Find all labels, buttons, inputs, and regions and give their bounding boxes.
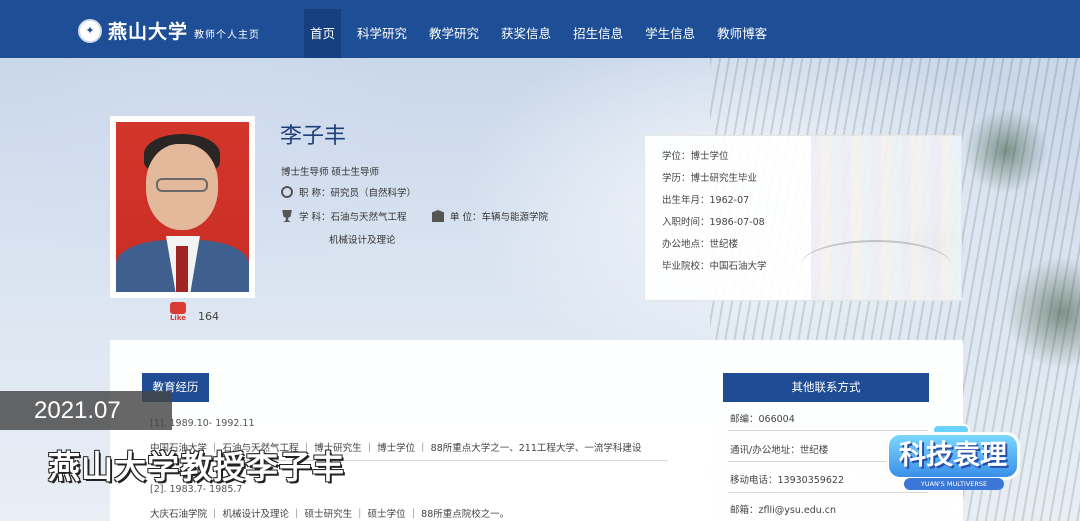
- person-icon: [281, 186, 293, 198]
- like-widget: Like 164: [168, 302, 219, 326]
- contact-heading: 其他联系方式: [723, 373, 929, 402]
- contact-address: 通讯/办公地址：世纪楼: [730, 445, 829, 456]
- info-office: 办公地点：世纪楼: [662, 239, 739, 250]
- like-button[interactable]: Like: [168, 302, 188, 326]
- top-navigation-bar: ✦ 燕山大学 教师个人主页 首页 科学研究 教学研究 获奖信息 招生信息 学生信…: [0, 0, 1080, 58]
- logo-subtitle: 教师个人主页: [194, 30, 261, 41]
- info-alma-mater: 毕业院校：中国石油大学: [662, 261, 767, 272]
- university-logo[interactable]: ✦ 燕山大学 教师个人主页: [78, 17, 260, 44]
- discipline-field-2: 机械设计及理论: [329, 232, 396, 246]
- teacher-name: 李子丰: [280, 124, 347, 149]
- basic-info-list: 学位：博士学位 学历：博士研究生毕业 出生年月：1962-07 入职时间：198…: [662, 146, 767, 278]
- info-education: 学历：博士研究生毕业: [662, 173, 758, 184]
- contact-email[interactable]: 邮箱：zflli@ysu.edu.cn: [730, 502, 836, 516]
- nav-teaching[interactable]: 教学研究: [423, 9, 485, 58]
- discipline-field: 学 科： 石油与天然气工程: [281, 209, 407, 223]
- like-count: 164: [198, 310, 219, 323]
- university-emblem-icon: ✦: [78, 18, 102, 43]
- caption-title: 燕山大学教授李子丰: [48, 448, 346, 486]
- channel-logo-subtitle: YUAN'S MULTIVERSE: [904, 478, 1004, 490]
- discipline-value-2: 机械设计及理论: [329, 235, 396, 246]
- nav-awards[interactable]: 获奖信息: [495, 9, 557, 58]
- unit-value: 车辆与能源学院: [481, 212, 549, 223]
- trophy-icon: [282, 210, 292, 222]
- like-label: Like: [169, 314, 187, 322]
- title-label: 职 称：: [299, 188, 331, 199]
- profile-photo: [116, 122, 249, 292]
- thumbs-up-icon: [170, 302, 186, 314]
- title-field: 职 称： 研究员（自然科学）: [281, 185, 416, 199]
- nav-research[interactable]: 科学研究: [351, 9, 413, 58]
- discipline-label: 学 科：: [299, 212, 331, 223]
- title-value: 研究员（自然科学）: [330, 188, 417, 199]
- unit-field: 单 位： 车辆与能源学院: [432, 209, 548, 223]
- nav-students[interactable]: 学生信息: [639, 9, 701, 58]
- supervisor-roles: 博士生导师 硕士生导师: [281, 167, 380, 178]
- contact-mobile: 移动电话：13930359622: [730, 475, 844, 486]
- basic-info-card: 学位：博士学位 学历：博士研究生毕业 出生年月：1962-07 入职时间：198…: [644, 135, 962, 301]
- building-icon: [432, 210, 444, 222]
- education-detail-2: 大庆石油学院 ｜ 机械设计及理论 ｜ 硕士研究生 ｜ 硕士学位 ｜ 88所重点院…: [150, 509, 510, 520]
- caption-date: 2021.07: [0, 391, 172, 430]
- channel-logo: 科技袁理 YUAN'S MULTIVERSE: [886, 424, 1024, 494]
- info-birth: 出生年月：1962-07: [662, 195, 750, 206]
- profile-photo-frame: [110, 116, 255, 298]
- channel-logo-text: 科技袁理: [886, 432, 1020, 480]
- main-nav: 首页 科学研究 教学研究 获奖信息 招生信息 学生信息 教师博客: [304, 9, 783, 58]
- logo-name: 燕山大学: [108, 21, 189, 43]
- open-book-decoration: [801, 240, 951, 290]
- nav-admissions[interactable]: 招生信息: [567, 9, 629, 58]
- discipline-value: 石油与天然气工程: [330, 212, 407, 223]
- contact-postcode: 邮编：066004: [730, 414, 795, 425]
- info-degree: 学位：博士学位: [662, 151, 729, 162]
- nav-blog[interactable]: 教师博客: [711, 9, 773, 58]
- nav-home[interactable]: 首页: [304, 9, 342, 58]
- unit-label: 单 位：: [450, 212, 482, 223]
- info-hire-date: 入职时间：1986-07-08: [662, 217, 765, 228]
